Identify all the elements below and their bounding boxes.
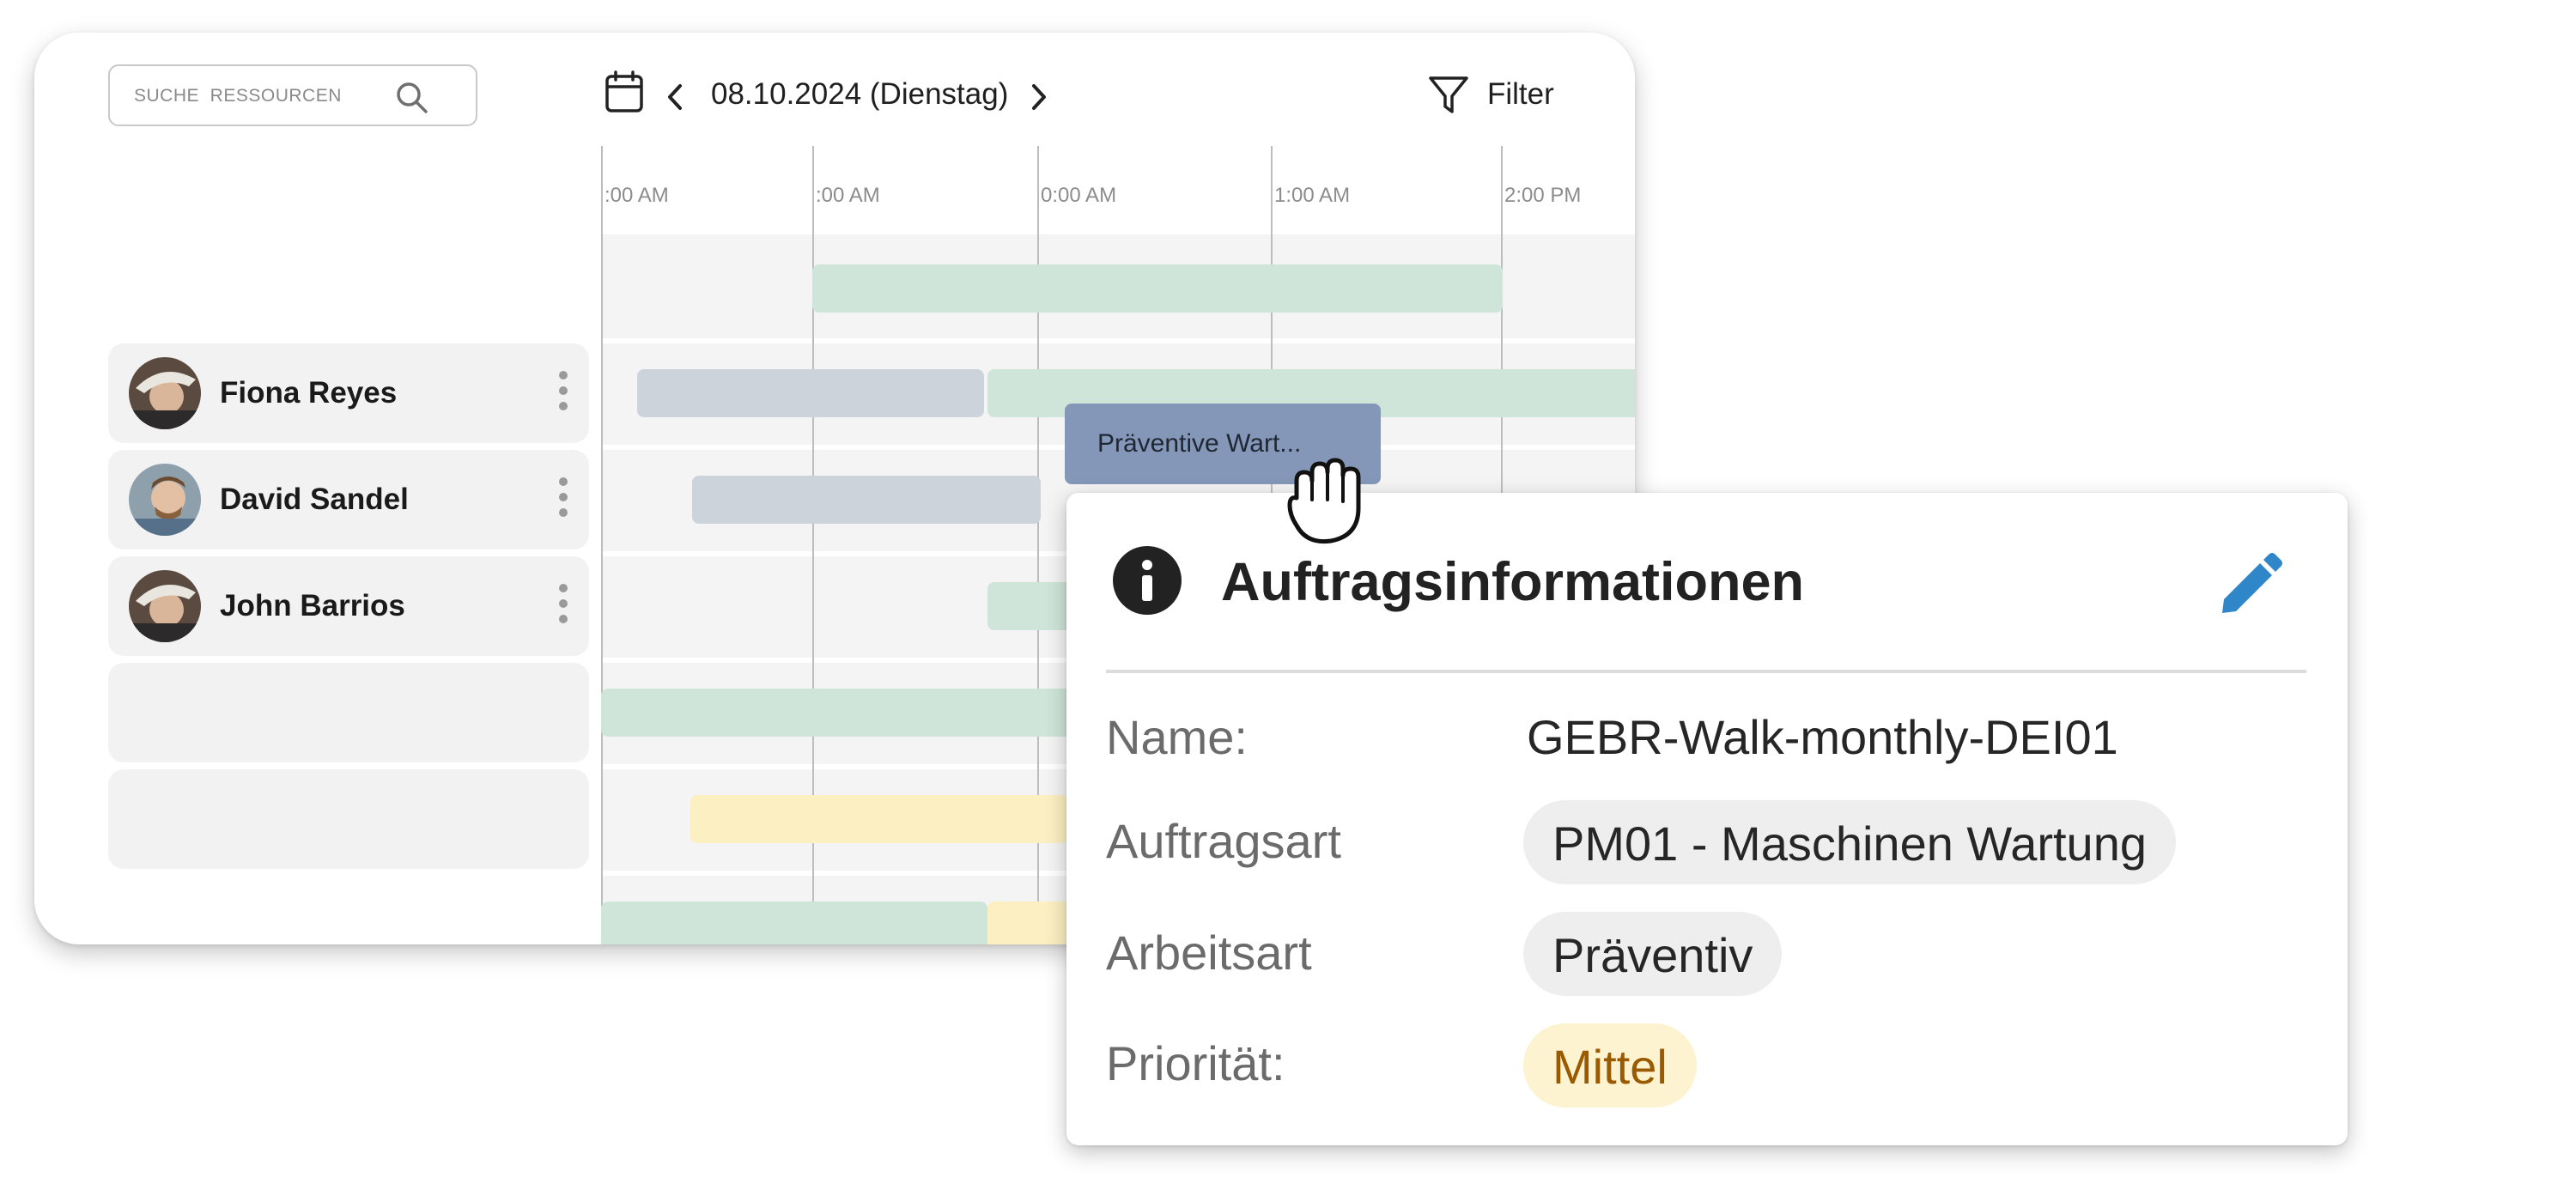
hour-gridline	[601, 146, 603, 944]
order-bar[interactable]	[692, 476, 1041, 524]
more-options-icon[interactable]	[555, 584, 572, 630]
resource-row[interactable]: John Barrios	[108, 556, 589, 656]
chevron-right-icon[interactable]	[1029, 82, 1049, 112]
work-type-pill: Präventiv	[1523, 912, 1783, 996]
resource-row[interactable]: Fiona Reyes	[108, 343, 589, 443]
order-bar[interactable]	[601, 689, 1082, 737]
avatar	[129, 357, 201, 429]
order-type-pill: PM01 - Maschinen Wartung	[1523, 800, 2176, 884]
resource-row-empty	[108, 769, 589, 869]
grab-cursor-icon	[1287, 458, 1361, 544]
more-options-icon[interactable]	[555, 477, 572, 524]
field-label-name: Name:	[1106, 710, 1248, 764]
edit-icon[interactable]	[2217, 549, 2286, 618]
filter-icon[interactable]	[1427, 74, 1470, 117]
hour-label: :00 AM	[816, 184, 880, 207]
row-divider	[601, 338, 1635, 343]
calendar-icon[interactable]	[605, 70, 644, 113]
search-icon[interactable]	[393, 79, 431, 117]
avatar	[129, 464, 201, 536]
more-options-icon[interactable]	[555, 371, 572, 417]
field-label-priority: Priorität:	[1106, 1036, 1285, 1090]
info-icon	[1113, 546, 1182, 615]
resource-row[interactable]: David Sandel	[108, 450, 589, 549]
field-label-work-type: Arbeitsart	[1106, 926, 1312, 980]
hour-label: 2:00 PM	[1504, 184, 1582, 207]
resource-row-empty	[108, 663, 589, 762]
resource-name: Fiona Reyes	[220, 376, 398, 410]
popup-title: Auftragsinformationen	[1221, 552, 1805, 612]
order-bar[interactable]	[601, 902, 987, 944]
hour-label: 1:00 AM	[1274, 184, 1351, 207]
filter-button[interactable]: Filter	[1487, 77, 1554, 112]
avatar	[129, 570, 201, 642]
order-bar[interactable]	[637, 369, 984, 417]
order-bar[interactable]	[812, 264, 1503, 313]
resource-search-input[interactable]	[134, 82, 392, 111]
field-label-order-type: Auftragsart	[1106, 814, 1341, 868]
resource-name: David Sandel	[220, 483, 409, 516]
field-value-name: GEBR-Walk-monthly-DEI01	[1527, 710, 2118, 764]
hour-label: :00 AM	[605, 184, 669, 207]
popup-divider	[1106, 670, 2306, 673]
hour-label: 0:00 AM	[1041, 184, 1117, 207]
order-info-popup: Auftragsinformationen Name: GEBR-Walk-mo…	[1066, 493, 2348, 1145]
order-bar[interactable]	[690, 795, 1068, 843]
chevron-left-icon[interactable]	[665, 82, 685, 112]
current-date: 08.10.2024 (Dienstag)	[711, 77, 1009, 111]
resource-name: John Barrios	[220, 589, 405, 622]
priority-pill: Mittel	[1523, 1023, 1697, 1108]
